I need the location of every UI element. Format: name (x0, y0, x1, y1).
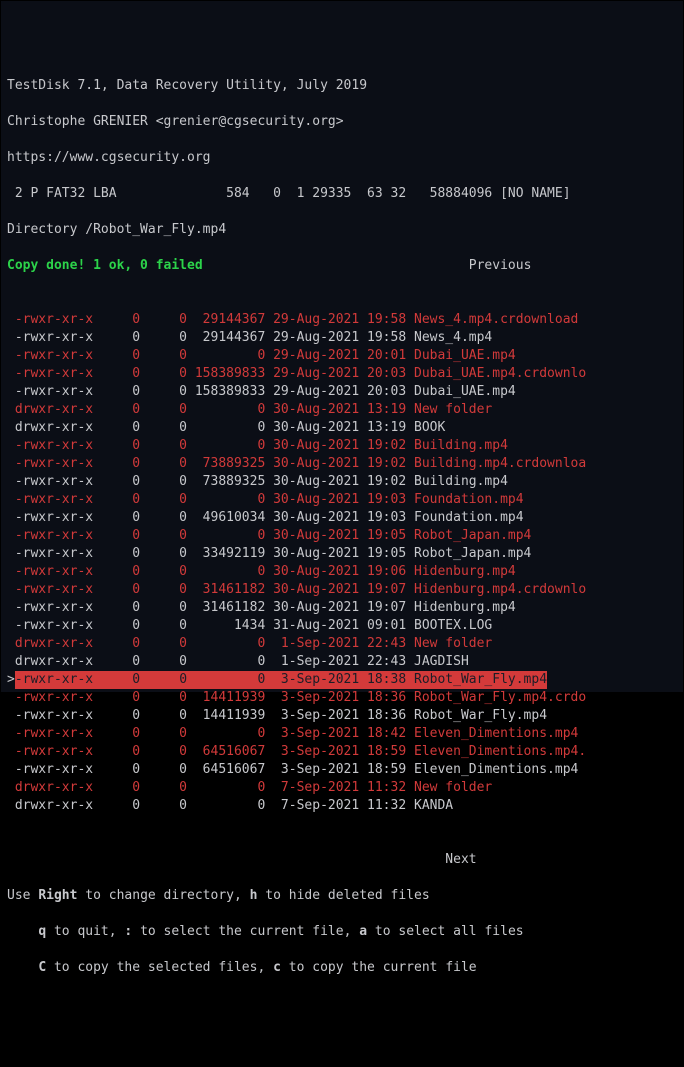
copy-status: Copy done! 1 ok, 0 failed (7, 258, 203, 273)
file-row[interactable]: -rwxr-xr-x 0 0 49610034 30-Aug-2021 19:0… (7, 509, 677, 527)
file-row[interactable]: -rwxr-xr-x 0 0 29144367 29-Aug-2021 19:5… (7, 311, 677, 329)
file-row[interactable]: -rwxr-xr-x 0 0 0 30-Aug-2021 19:03 Found… (7, 491, 677, 509)
file-row[interactable]: drwxr-xr-x 0 0 0 7-Sep-2021 11:32 KANDA (7, 797, 677, 815)
file-row[interactable]: -rwxr-xr-x 0 0 73889325 30-Aug-2021 19:0… (7, 473, 677, 491)
file-row[interactable]: -rwxr-xr-x 0 0 0 3-Sep-2021 18:42 Eleven… (7, 725, 677, 743)
file-row[interactable]: >-rwxr-xr-x 0 0 0 3-Sep-2021 18:38 Robot… (7, 671, 677, 689)
file-row[interactable]: -rwxr-xr-x 0 0 64516067 3-Sep-2021 18:59… (7, 743, 677, 761)
file-row[interactable]: -rwxr-xr-x 0 0 31461182 30-Aug-2021 19:0… (7, 581, 677, 599)
help-line-3: C to copy the selected files, c to copy … (7, 959, 677, 977)
file-row[interactable]: -rwxr-xr-x 0 0 14411939 3-Sep-2021 18:36… (7, 707, 677, 725)
file-row[interactable]: drwxr-xr-x 0 0 0 7-Sep-2021 11:32 New fo… (7, 779, 677, 797)
file-row[interactable]: drwxr-xr-x 0 0 0 30-Aug-2021 13:19 BOOK (7, 419, 677, 437)
file-row[interactable]: drwxr-xr-x 0 0 0 30-Aug-2021 13:19 New f… (7, 401, 677, 419)
file-row[interactable]: -rwxr-xr-x 0 0 0 30-Aug-2021 19:06 Hiden… (7, 563, 677, 581)
file-row[interactable]: -rwxr-xr-x 0 0 33492119 30-Aug-2021 19:0… (7, 545, 677, 563)
file-row[interactable]: -rwxr-xr-x 0 0 158389833 29-Aug-2021 20:… (7, 383, 677, 401)
file-row[interactable]: drwxr-xr-x 0 0 0 1-Sep-2021 22:43 JAGDIS… (7, 653, 677, 671)
file-row[interactable]: -rwxr-xr-x 0 0 31461182 30-Aug-2021 19:0… (7, 599, 677, 617)
directory-line: Directory /Robot_War_Fly.mp4 (7, 221, 677, 239)
title-line: TestDisk 7.1, Data Recovery Utility, Jul… (7, 77, 677, 95)
file-list[interactable]: -rwxr-xr-x 0 0 29144367 29-Aug-2021 19:5… (7, 311, 677, 815)
partition-line: 2 P FAT32 LBA 584 0 1 29335 63 32 588840… (7, 185, 677, 203)
file-row[interactable]: -rwxr-xr-x 0 0 158389833 29-Aug-2021 20:… (7, 365, 677, 383)
file-row[interactable]: -rwxr-xr-x 0 0 0 30-Aug-2021 19:05 Robot… (7, 527, 677, 545)
file-row[interactable]: -rwxr-xr-x 0 0 14411939 3-Sep-2021 18:36… (7, 689, 677, 707)
help-line-2: q to quit, : to select the current file,… (7, 923, 677, 941)
url-line: https://www.cgsecurity.org (7, 149, 677, 167)
file-row[interactable]: -rwxr-xr-x 0 0 29144367 29-Aug-2021 19:5… (7, 329, 677, 347)
help-line-1: Use Right to change directory, h to hide… (7, 887, 677, 905)
status-line: Copy done! 1 ok, 0 failed Previous (7, 257, 677, 275)
file-row[interactable]: -rwxr-xr-x 0 0 64516067 3-Sep-2021 18:59… (7, 761, 677, 779)
previous-label[interactable]: Previous (203, 258, 532, 273)
file-row[interactable]: -rwxr-xr-x 0 0 73889325 30-Aug-2021 19:0… (7, 455, 677, 473)
file-row[interactable]: -rwxr-xr-x 0 0 1434 31-Aug-2021 09:01 BO… (7, 617, 677, 635)
next-label[interactable]: Next (7, 851, 677, 869)
file-row[interactable]: -rwxr-xr-x 0 0 0 29-Aug-2021 20:01 Dubai… (7, 347, 677, 365)
file-row[interactable]: -rwxr-xr-x 0 0 0 30-Aug-2021 19:02 Build… (7, 437, 677, 455)
author-line: Christophe GRENIER <grenier@cgsecurity.o… (7, 113, 677, 131)
file-row[interactable]: drwxr-xr-x 0 0 0 1-Sep-2021 22:43 New fo… (7, 635, 677, 653)
